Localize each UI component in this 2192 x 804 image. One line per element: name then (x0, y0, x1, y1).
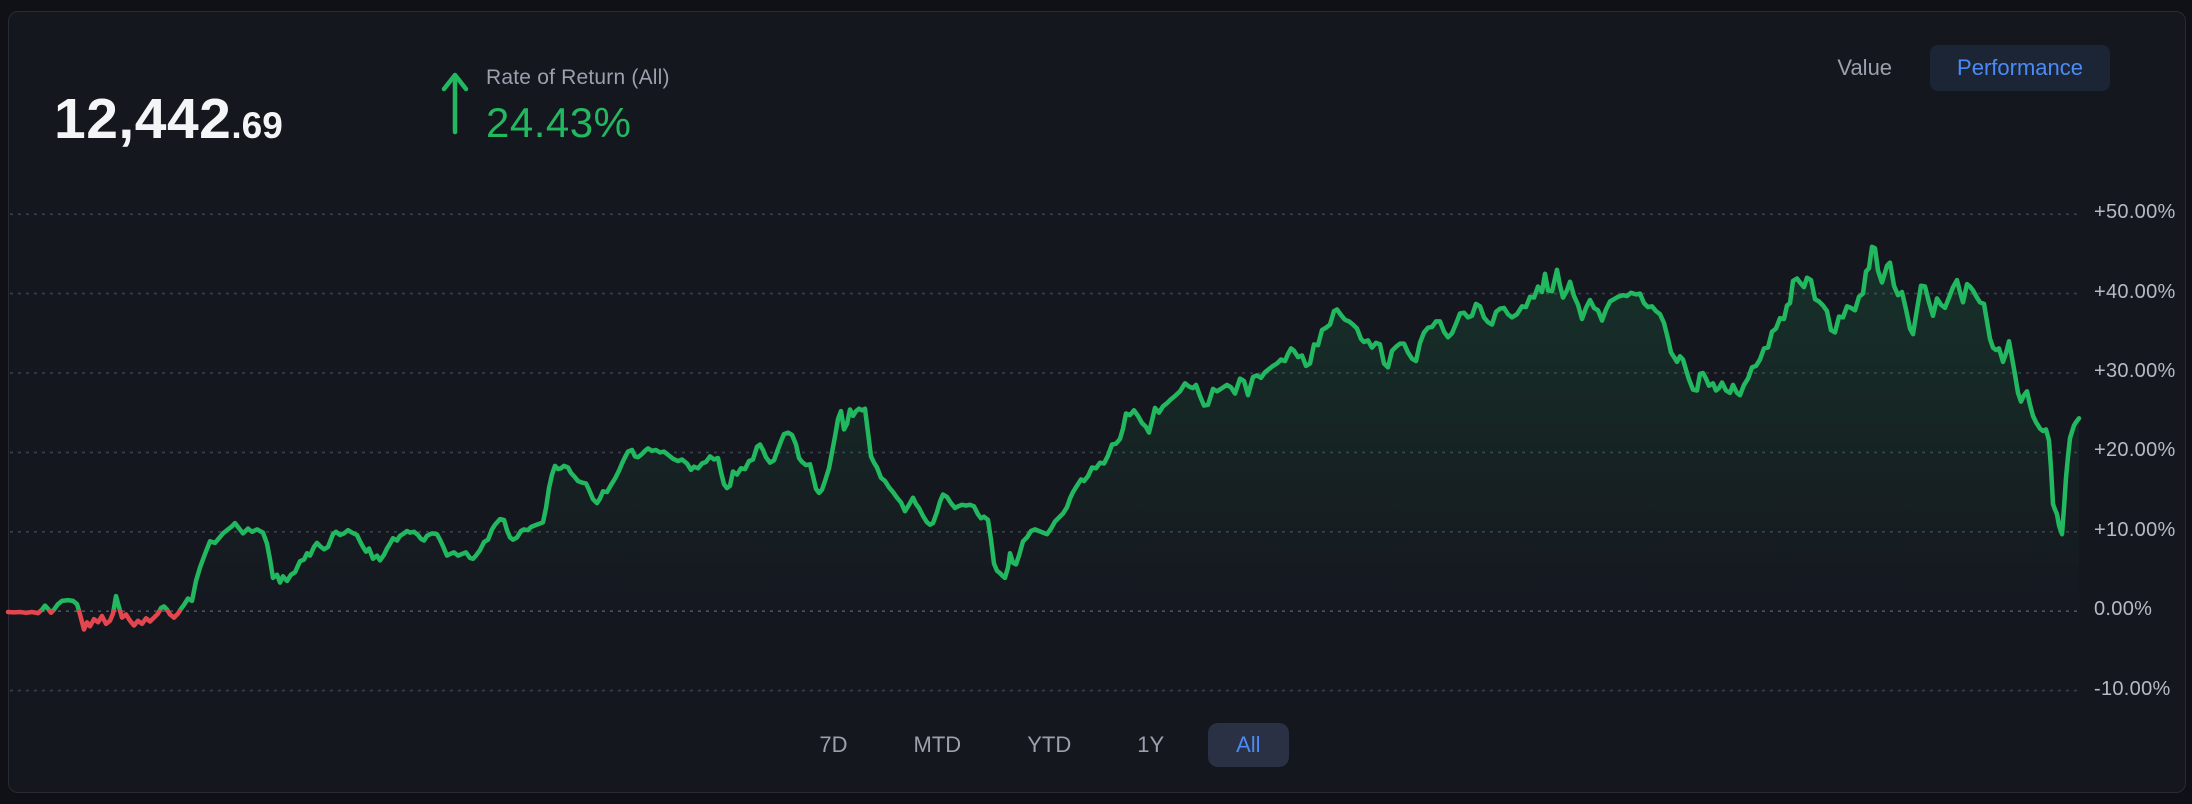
range-selector: 7D MTD YTD 1Y All (0, 723, 2086, 767)
up-arrow-icon (440, 70, 470, 136)
y-axis-label: +30.00% (2094, 360, 2176, 382)
range-button-7d[interactable]: 7D (797, 723, 869, 767)
area-fill-path (8, 246, 2079, 630)
y-axis-label: +20.00% (2094, 439, 2176, 462)
value-tab[interactable]: Value (1837, 55, 1892, 81)
range-button-mtd[interactable]: MTD (892, 723, 984, 767)
rate-of-return-block: Rate of Return (All) 24.43% (486, 66, 670, 147)
portfolio-value-main: 12,442 (54, 87, 232, 151)
performance-tab[interactable]: Performance (1930, 45, 2110, 91)
rate-of-return-value: 24.43% (486, 99, 632, 146)
rate-of-return-label: Rate of Return (All) (486, 66, 670, 89)
y-axis-label: -10.00% (2094, 677, 2171, 700)
y-axis-label: +10.00% (2094, 518, 2176, 541)
y-axis-label: +50.00% (2094, 201, 2176, 224)
range-button-ytd[interactable]: YTD (1005, 723, 1093, 767)
range-button-1y[interactable]: 1Y (1115, 723, 1186, 767)
portfolio-value: 12,442.69 (54, 86, 283, 152)
y-axis-label: +40.00% (2094, 280, 2176, 303)
range-button-all[interactable]: All (1208, 723, 1289, 767)
y-axis-label: 0.00% (2094, 598, 2153, 621)
portfolio-value-decimals: .69 (231, 105, 283, 146)
performance-chart[interactable] (0, 0, 2192, 804)
view-toggle: Value Performance (1837, 45, 2110, 91)
